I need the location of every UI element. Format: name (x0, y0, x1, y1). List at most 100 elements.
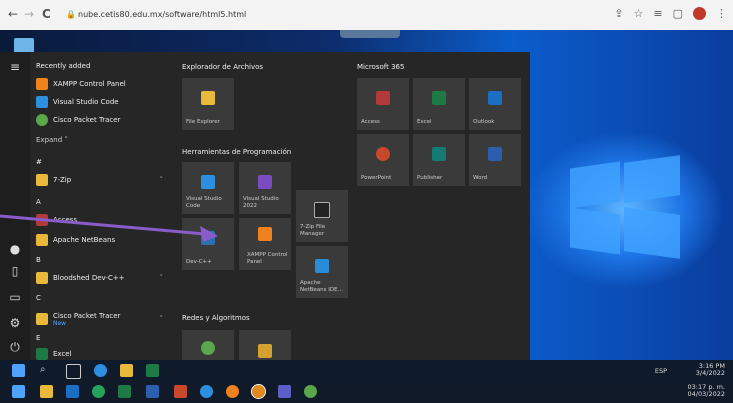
task-view-icon[interactable] (66, 364, 81, 379)
avatar[interactable] (693, 7, 706, 20)
chrome-icon[interactable] (251, 384, 266, 399)
remote-tray: ESP 3:16 PM 3/4/2022 (655, 363, 725, 377)
tile-word[interactable]: Word (469, 134, 521, 186)
lock-icon: 🔒 (66, 10, 76, 19)
edge-icon[interactable] (94, 364, 107, 377)
tile-xampp[interactable]: XAMPP Control Panel (239, 218, 291, 270)
language-indicator[interactable]: ESP (655, 368, 667, 375)
list-item[interactable]: Bloodshed Dev-C++ ˅ (36, 270, 171, 286)
folder-icon (201, 90, 215, 105)
letter-header[interactable]: B (36, 252, 171, 268)
edge-icon[interactable] (200, 385, 213, 398)
extensions-icon[interactable]: ≡ (653, 7, 662, 20)
letter-header[interactable]: C (36, 290, 171, 306)
letter-header[interactable]: E (36, 330, 171, 346)
publisher-icon (432, 146, 446, 161)
list-item[interactable]: Visual Studio Code (36, 94, 171, 110)
outlook-icon[interactable] (66, 385, 79, 398)
excel-icon (36, 348, 48, 360)
search-icon[interactable]: ⌕ (40, 364, 53, 377)
clock-date[interactable]: 04/03/2022 (688, 391, 725, 398)
local-taskbar: 03:17 p. m. 04/03/2022 (0, 380, 733, 403)
powerpoint-icon (376, 146, 390, 161)
browser-toolbar: ← → C 🔒 nube.cetis80.edu.mx/software/html… (0, 0, 733, 31)
group-title[interactable]: Microsoft 365 (357, 63, 404, 71)
tile-7zip[interactable]: 7-Zip File Manager (296, 190, 348, 242)
xampp-icon (258, 226, 272, 241)
reload-button[interactable]: C (42, 7, 51, 21)
excel-icon[interactable] (118, 385, 131, 398)
url-text: nube.cetis80.edu.mx/software/html5.html (78, 10, 247, 19)
file-explorer-icon[interactable] (40, 385, 53, 398)
word-icon (488, 146, 502, 161)
recent-title: Recently added (36, 62, 91, 70)
folder-icon (36, 313, 48, 325)
cisco-icon[interactable] (304, 385, 317, 398)
tile-publisher[interactable]: Publisher (413, 134, 465, 186)
vscode-icon (201, 174, 215, 189)
user-icon[interactable]: ● (8, 242, 22, 256)
back-button[interactable]: ← (8, 7, 18, 21)
group-title[interactable]: Herramientas de Programación (182, 148, 291, 156)
cisco-icon (201, 341, 215, 355)
list-item[interactable]: XAMPP Control Panel (36, 76, 171, 92)
outlook-icon (488, 90, 502, 105)
tile-netbeans[interactable]: Apache NetBeans IDE... (296, 246, 348, 298)
expand-button[interactable]: Expand ˅ (36, 132, 171, 148)
whatsapp-icon[interactable] (92, 385, 105, 398)
app-list: Recently added XAMPP Control Panel Visua… (36, 52, 176, 360)
chevron-down-icon: ˅ (159, 274, 164, 282)
clock-date[interactable]: 3/4/2022 (696, 370, 725, 377)
list-item[interactable]: 7-Zip ˅ (36, 172, 171, 188)
remote-taskbar: ⌕ ESP 3:16 PM 3/4/2022 (0, 360, 733, 380)
start-rail: ≡ ● ▯ ▭ ⚙ ⏻ (0, 52, 30, 360)
powerpoint-icon[interactable] (174, 385, 187, 398)
teams-icon[interactable] (278, 385, 291, 398)
power-icon[interactable]: ⏻ (8, 340, 22, 354)
pictures-icon[interactable]: ▭ (8, 290, 22, 304)
documents-icon[interactable]: ▯ (8, 264, 22, 278)
firefox-icon[interactable] (226, 385, 239, 398)
group-title[interactable]: Redes y Algoritmos (182, 314, 250, 322)
word-icon[interactable] (146, 385, 159, 398)
tile-file-explorer[interactable]: File Explorer (182, 78, 234, 130)
folder-icon (36, 174, 48, 186)
tile-chart-app[interactable] (239, 330, 291, 360)
settings-icon[interactable]: ⚙ (8, 316, 22, 330)
chevron-down-icon: ˅ (159, 176, 164, 184)
hamburger-icon[interactable]: ≡ (8, 60, 22, 74)
xampp-icon (36, 78, 48, 90)
sidepanel-icon[interactable]: ▢ (673, 7, 683, 20)
tile-excel[interactable]: Excel (413, 78, 465, 130)
menu-icon[interactable]: ⋮ (716, 7, 727, 20)
forward-button[interactable]: → (24, 7, 34, 21)
excel-icon[interactable] (146, 364, 159, 377)
file-explorer-icon[interactable] (120, 364, 133, 377)
tile-access[interactable]: Access (357, 78, 409, 130)
letter-header[interactable]: A (36, 194, 171, 210)
netbeans-icon (315, 258, 329, 273)
address-bar[interactable]: 🔒 nube.cetis80.edu.mx/software/html5.html (66, 6, 426, 24)
start-icon[interactable] (12, 385, 25, 398)
list-item[interactable]: Cisco Packet Tracer (36, 112, 171, 128)
list-item[interactable]: Cisco Packet Tracer New ˅ (36, 308, 171, 330)
letter-header[interactable]: # (36, 154, 171, 170)
annotation-arrow (0, 214, 218, 242)
7zip-icon (314, 201, 330, 218)
vscode-icon (36, 96, 48, 108)
tile-vscode[interactable]: Visual Studio Code (182, 162, 234, 214)
tile-powerpoint[interactable]: PowerPoint (357, 134, 409, 186)
chevron-down-icon: ˅ (159, 315, 164, 323)
local-tray: 03:17 p. m. 04/03/2022 (688, 384, 725, 398)
new-badge: New (53, 319, 67, 327)
folder-icon (36, 272, 48, 284)
tile-outlook[interactable]: Outlook (469, 78, 521, 130)
group-title[interactable]: Explorador de Archivos (182, 63, 263, 71)
tile-cisco[interactable] (182, 330, 234, 360)
windows-logo-wallpaper (540, 155, 690, 265)
star-icon[interactable]: ☆ (634, 7, 644, 20)
start-icon[interactable] (12, 364, 25, 377)
share-icon[interactable]: ⇪ (614, 7, 623, 20)
tile-visual-studio[interactable]: Visual Studio 2022 (239, 162, 291, 214)
connection-bar[interactable] (340, 30, 400, 38)
